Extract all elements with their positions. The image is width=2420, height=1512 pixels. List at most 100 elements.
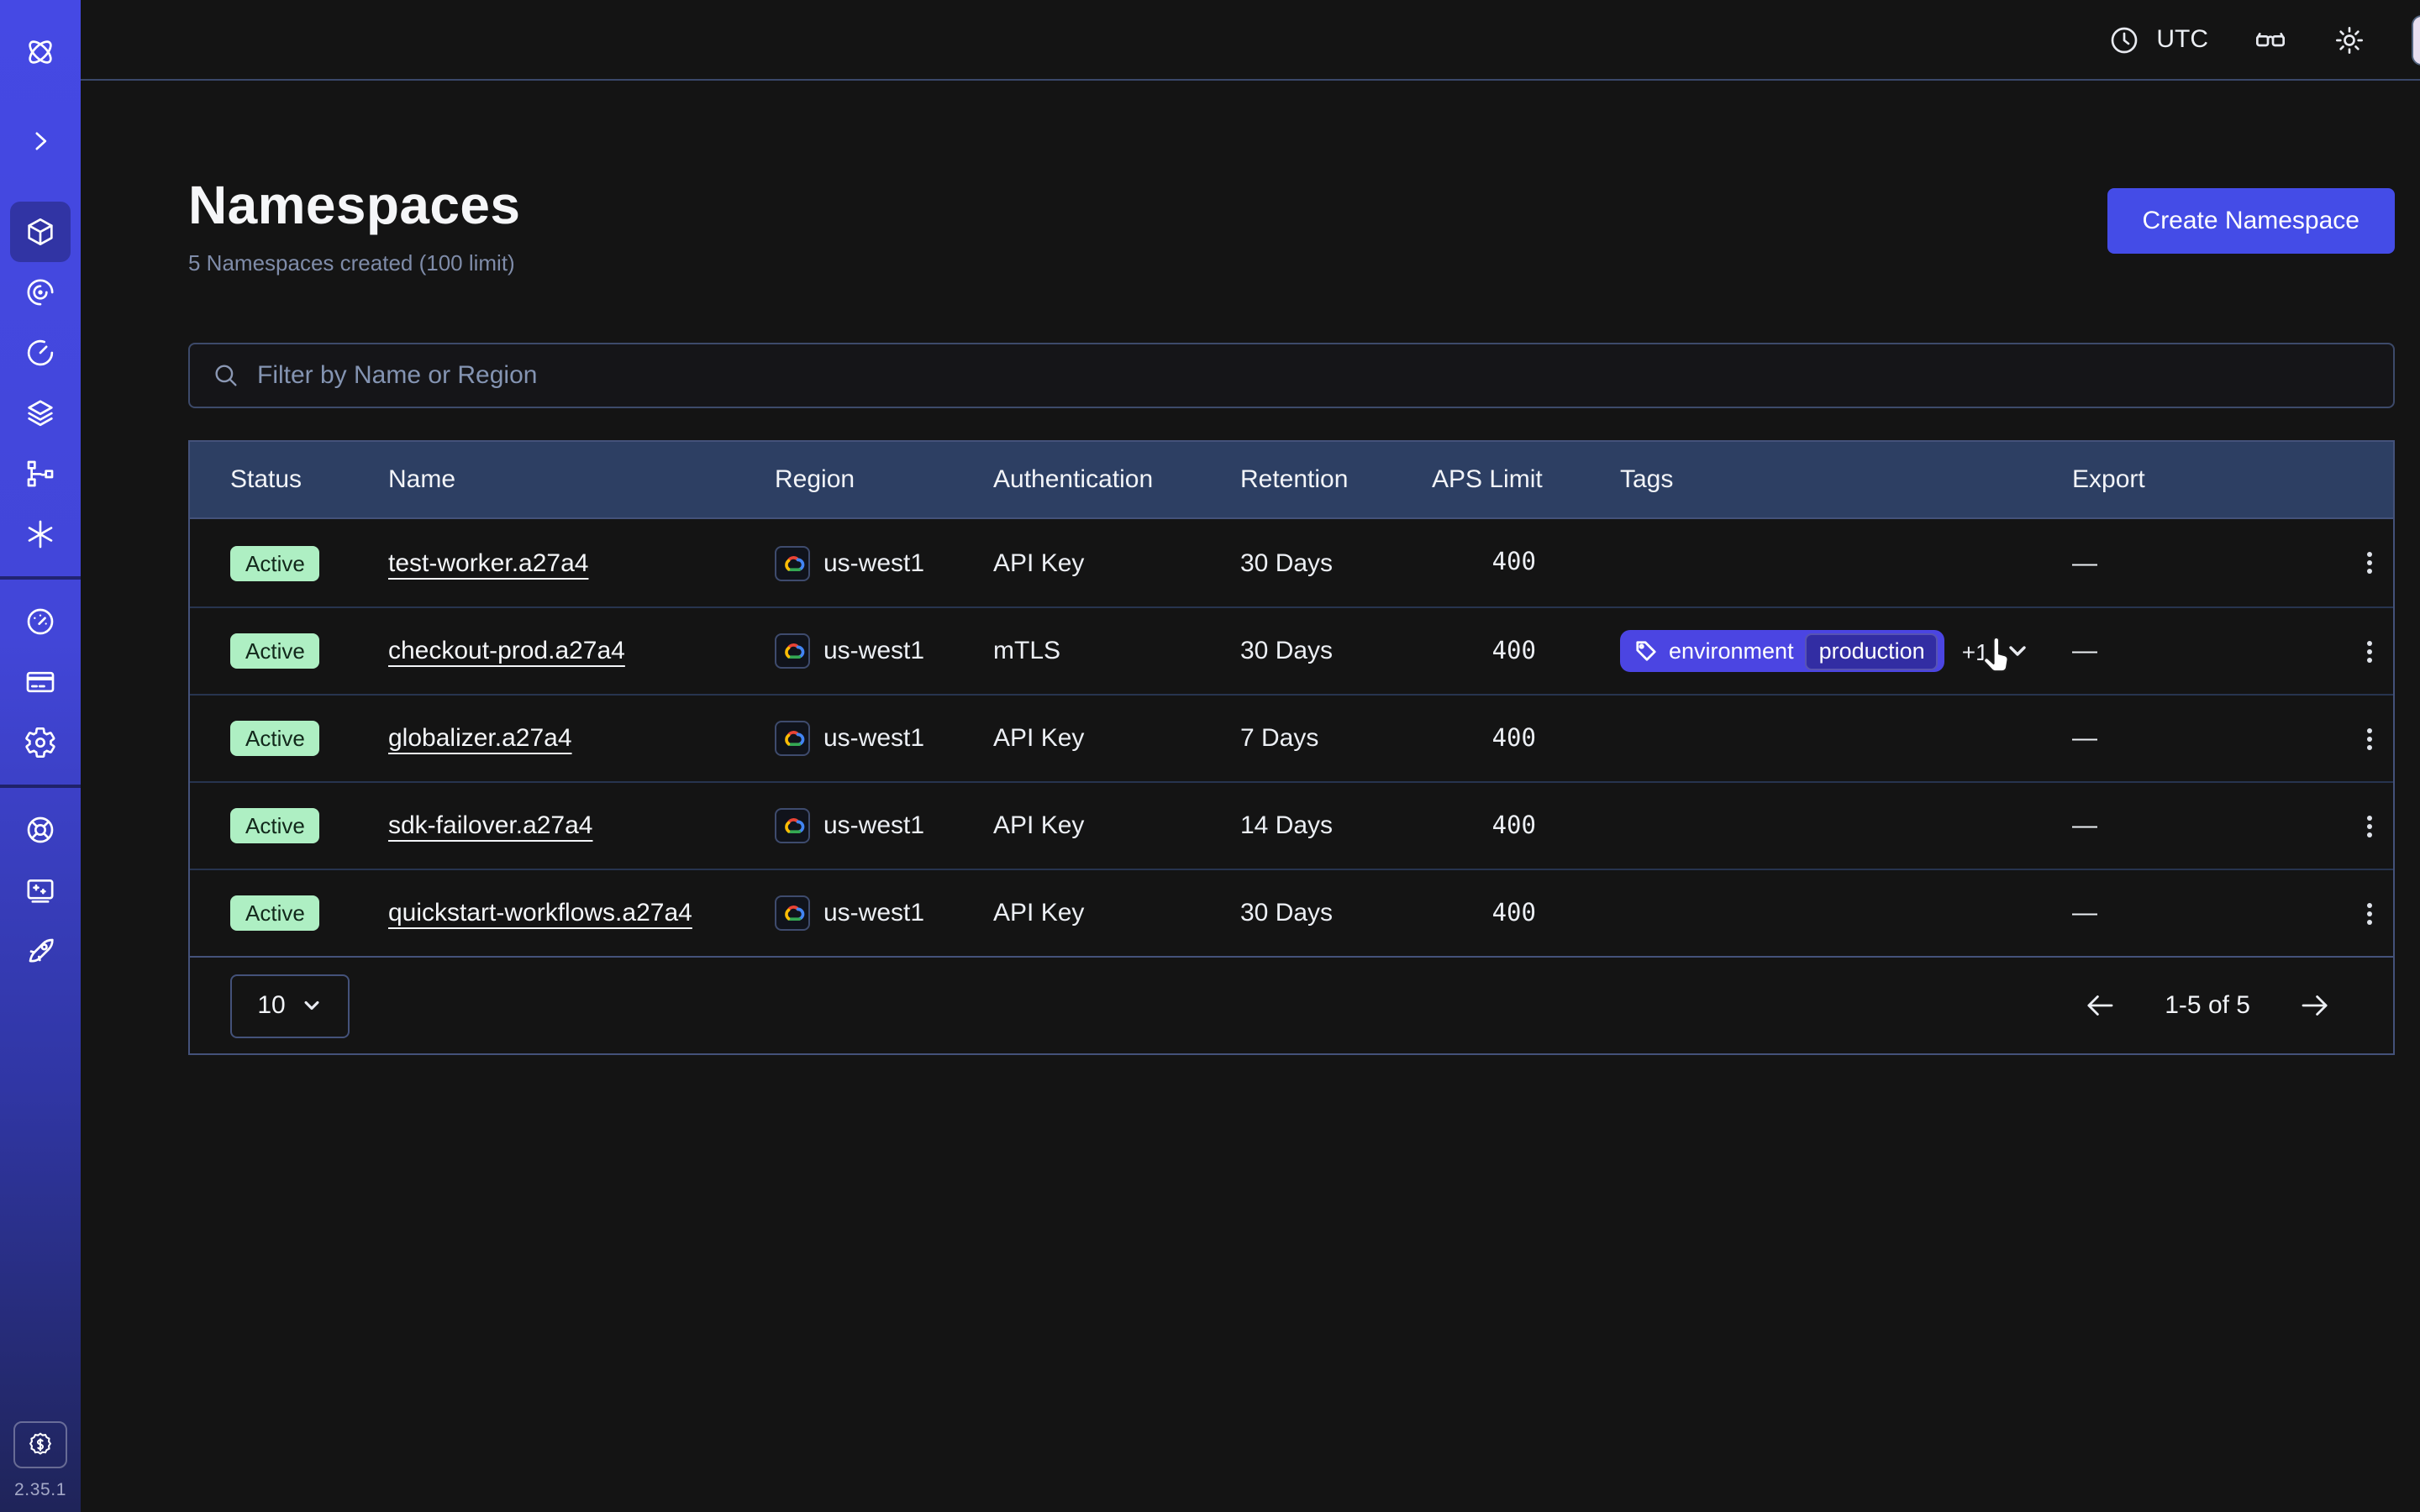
table-row: Active quickstart-workflows.a27a4 us-wes…: [190, 869, 2393, 956]
table-row: Active globalizer.a27a4 us-west1 API Key…: [190, 694, 2393, 781]
avatar-photo: [2413, 16, 2420, 63]
region-label: us-west1: [823, 637, 924, 665]
retention-cell: 30 Days: [1240, 637, 1432, 665]
cube-icon: [24, 215, 57, 249]
retention-cell: 14 Days: [1240, 811, 1432, 840]
tag-icon: [1635, 640, 1657, 662]
sidebar-item-docs[interactable]: [10, 860, 71, 921]
column-header-aps-limit: APS Limit: [1432, 465, 1620, 494]
tag-value: production: [1806, 633, 1939, 669]
sidebar-item-deployments[interactable]: [10, 383, 71, 444]
column-header-retention: Retention: [1240, 465, 1432, 494]
next-page-button[interactable]: [2297, 988, 2333, 1023]
page-title: Namespaces: [188, 175, 520, 237]
sidebar-item-pricing[interactable]: [13, 1421, 67, 1468]
column-header-status: Status: [230, 465, 388, 494]
filter-bar: [188, 343, 2395, 408]
spiral-icon: [24, 276, 57, 309]
aps-limit-cell: 400: [1432, 638, 1620, 664]
gear-icon: [24, 726, 57, 759]
layers-icon: [24, 396, 57, 430]
timezone-selector[interactable]: UTC: [2107, 23, 2208, 56]
sidebar-item-nexus[interactable]: [10, 504, 71, 564]
aps-limit-cell: 400: [1432, 725, 1620, 752]
chevron-down-icon: [301, 995, 323, 1016]
filter-input[interactable]: [257, 361, 2371, 390]
gcp-region-icon: [775, 721, 810, 756]
tag-pill[interactable]: environment production: [1620, 630, 1945, 672]
export-cell: —: [2072, 637, 2242, 665]
content-area: Namespaces 5 Namespaces created (100 lim…: [81, 81, 2420, 1055]
user-avatar[interactable]: [2412, 14, 2420, 65]
sidebar-item-getting-started[interactable]: [10, 921, 71, 981]
namespace-link[interactable]: globalizer.a27a4: [388, 724, 572, 753]
branch-icon: [24, 457, 57, 491]
row-menu-button[interactable]: [2346, 627, 2393, 675]
sidebar-divider: [0, 785, 81, 788]
temporal-logo-icon[interactable]: [10, 22, 71, 82]
chevron-down-icon: [2006, 638, 2031, 664]
sidebar-item-batch-operations[interactable]: [10, 444, 71, 504]
tag-key: environment: [1669, 638, 1794, 664]
sidebar-item-usage[interactable]: [10, 591, 71, 652]
auth-cell: API Key: [993, 724, 1240, 753]
table-row: Active sdk-failover.a27a4 us-west1 API K…: [190, 781, 2393, 869]
region-label: us-west1: [823, 899, 924, 927]
gcp-region-icon: [775, 895, 810, 931]
create-namespace-button[interactable]: Create Namespace: [2107, 188, 2395, 254]
region-label: us-west1: [823, 549, 924, 577]
status-badge: Active: [230, 808, 320, 843]
sidebar-item-settings[interactable]: [10, 712, 71, 773]
sidebar-divider: [0, 576, 81, 580]
status-badge: Active: [230, 545, 320, 580]
sun-icon: [2333, 23, 2366, 56]
status-badge: Active: [230, 895, 320, 931]
retention-cell: 7 Days: [1240, 724, 1432, 753]
namespace-link[interactable]: sdk-failover.a27a4: [388, 811, 593, 840]
region-label: us-west1: [823, 811, 924, 840]
sidebar-item-schedules[interactable]: [10, 323, 71, 383]
aps-limit-cell: 400: [1432, 900, 1620, 927]
theme-toggle-button[interactable]: [2333, 23, 2366, 56]
export-cell: —: [2072, 724, 2242, 753]
column-header-name: Name: [388, 465, 775, 494]
region-label: us-west1: [823, 724, 924, 753]
namespace-link[interactable]: test-worker.a27a4: [388, 549, 588, 577]
row-menu-button[interactable]: [2346, 715, 2393, 762]
row-menu-button[interactable]: [2346, 890, 2393, 937]
sidebar-item-support[interactable]: [10, 800, 71, 860]
lifebuoy-icon: [24, 813, 57, 847]
sidebar-item-billing[interactable]: [10, 652, 71, 712]
table-header-row: Status Name Region Authentication Retent…: [190, 442, 2393, 519]
page-subtitle: 5 Namespaces created (100 limit): [188, 250, 520, 276]
retention-cell: 30 Days: [1240, 549, 1432, 577]
row-menu-button[interactable]: [2346, 802, 2393, 849]
timer-icon: [24, 336, 57, 370]
column-header-region: Region: [775, 465, 993, 494]
column-header-authentication: Authentication: [993, 465, 1240, 494]
gcp-region-icon: [775, 545, 810, 580]
arrow-left-icon: [2082, 988, 2118, 1023]
accessibility-button[interactable]: [2254, 23, 2287, 56]
namespace-link[interactable]: checkout-prod.a27a4: [388, 637, 625, 665]
rocket-icon: [24, 934, 57, 968]
page-size-select[interactable]: 10: [230, 974, 350, 1037]
table-footer: 10 1-5 of 5: [190, 956, 2393, 1053]
timezone-label: UTC: [2156, 25, 2208, 54]
auth-cell: API Key: [993, 811, 1240, 840]
export-cell: —: [2072, 549, 2242, 577]
tags-expand-button[interactable]: [2006, 638, 2031, 664]
docs-book-icon: [24, 874, 57, 907]
sidebar-item-workflows[interactable]: [10, 262, 71, 323]
credit-card-icon: [24, 665, 57, 699]
app-version: 2.35.1: [0, 1480, 81, 1500]
sidebar-expand-button[interactable]: [10, 111, 71, 171]
row-menu-button[interactable]: [2346, 539, 2393, 586]
search-icon: [212, 361, 240, 390]
namespace-link[interactable]: quickstart-workflows.a27a4: [388, 899, 692, 927]
app-window: 2.35.1 UTC: [0, 0, 2420, 1512]
prev-page-button[interactable]: [2082, 988, 2118, 1023]
sidebar-item-namespaces[interactable]: [10, 202, 71, 262]
aps-limit-cell: 400: [1432, 812, 1620, 839]
gcp-region-icon: [775, 808, 810, 843]
